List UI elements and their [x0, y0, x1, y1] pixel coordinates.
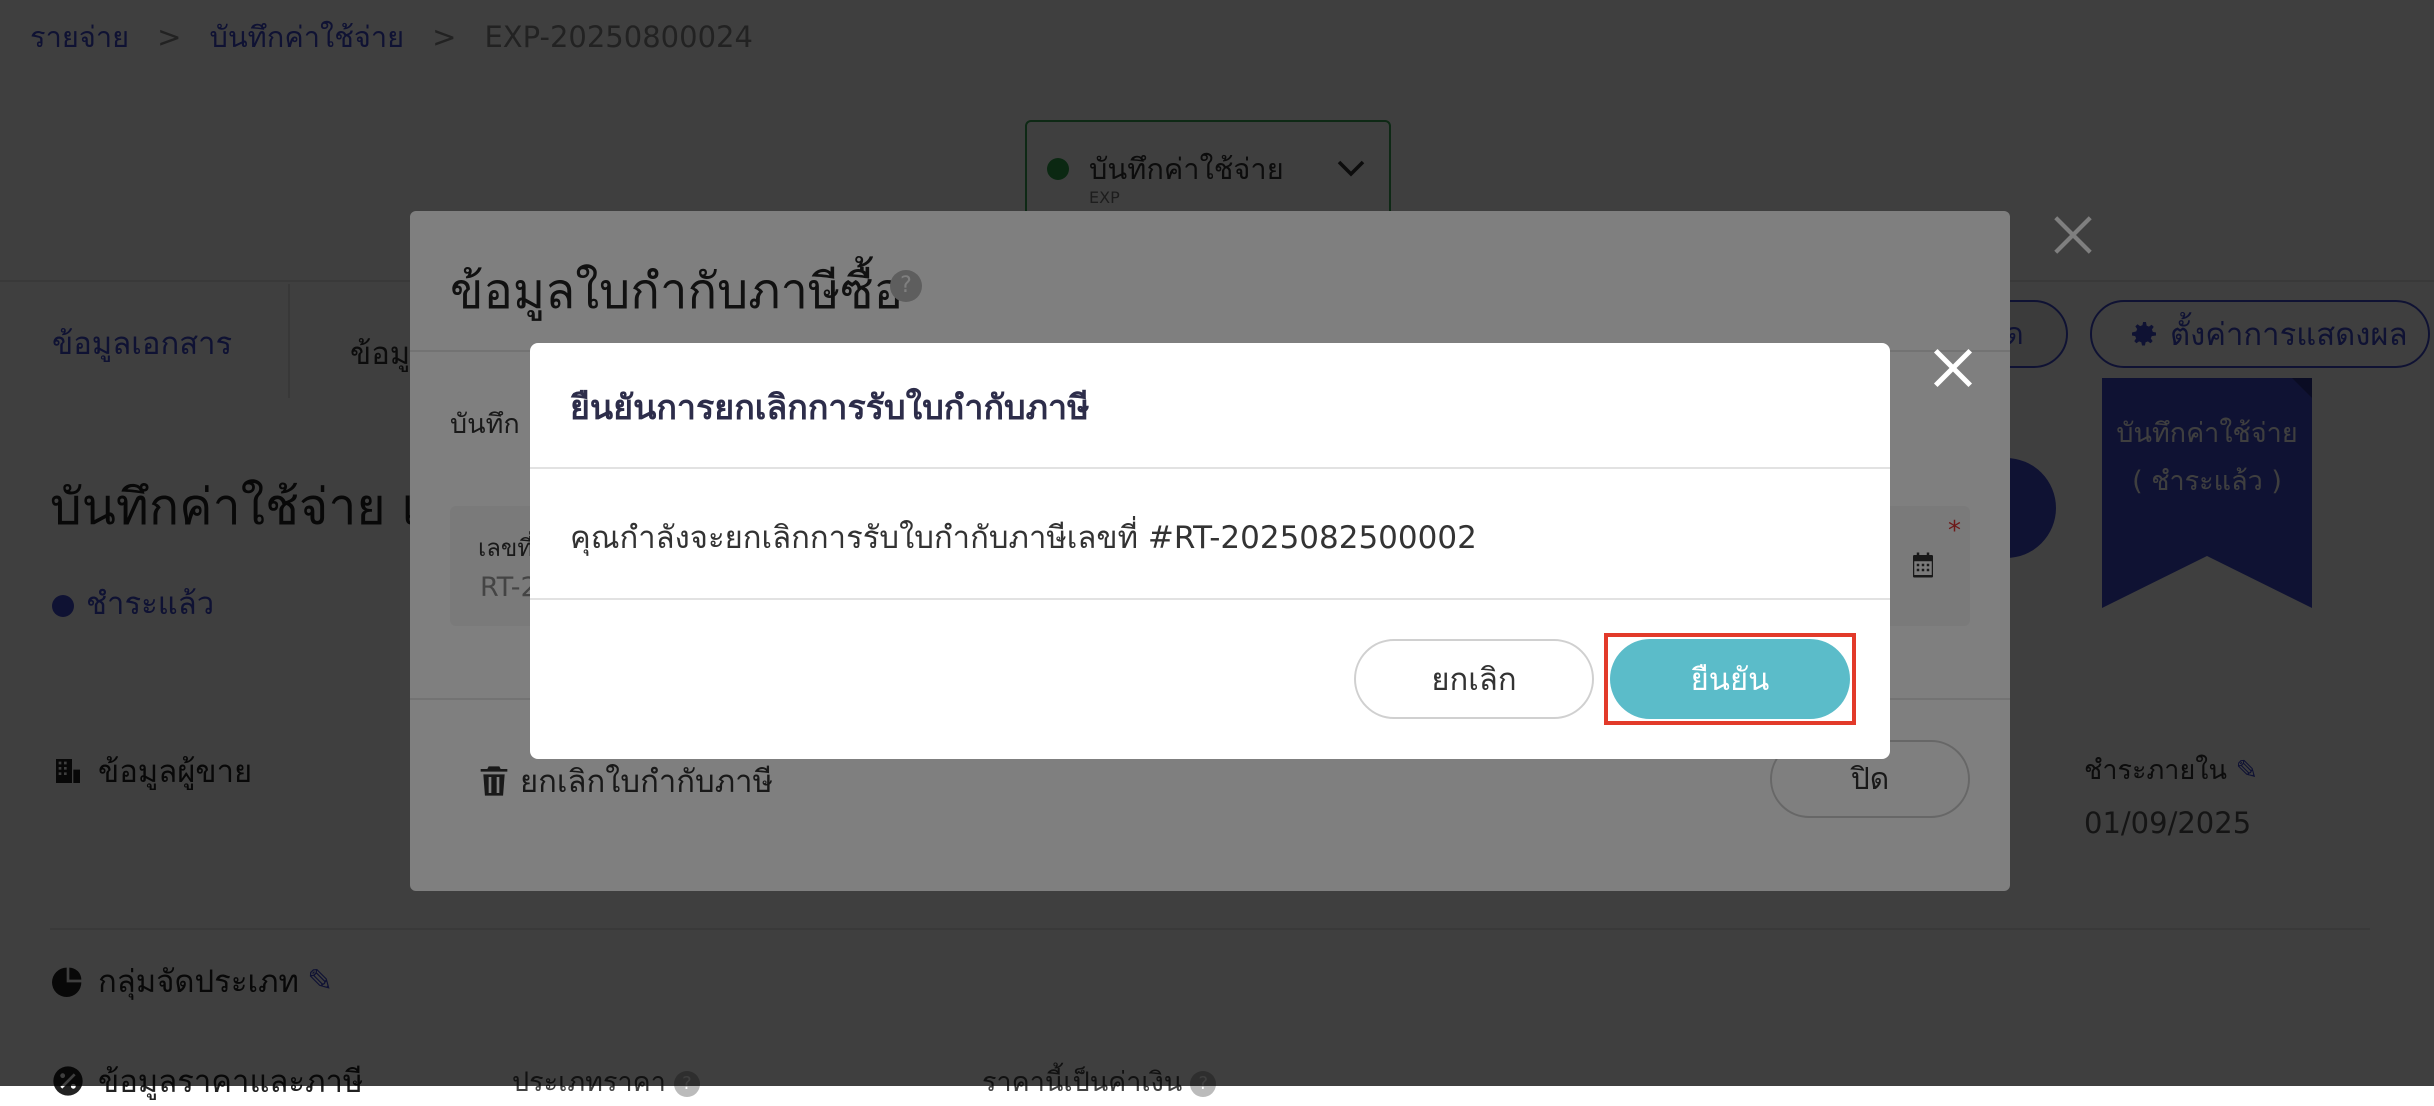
confirm-modal-header-divider [530, 467, 1890, 469]
close-icon[interactable] [1930, 345, 1976, 391]
confirm-modal-message: คุณกำลังจะยกเลิกการรับใบกำกับภาษีเลขที่ … [570, 520, 1477, 556]
confirm-modal-footer-divider [530, 598, 1890, 600]
cancel-button[interactable]: ยกเลิก [1354, 639, 1594, 719]
confirm-button[interactable]: ยืนยัน [1610, 639, 1850, 719]
confirm-modal-title: ยืนยันการยกเลิกการรับใบกำกับภาษี [570, 388, 1090, 428]
